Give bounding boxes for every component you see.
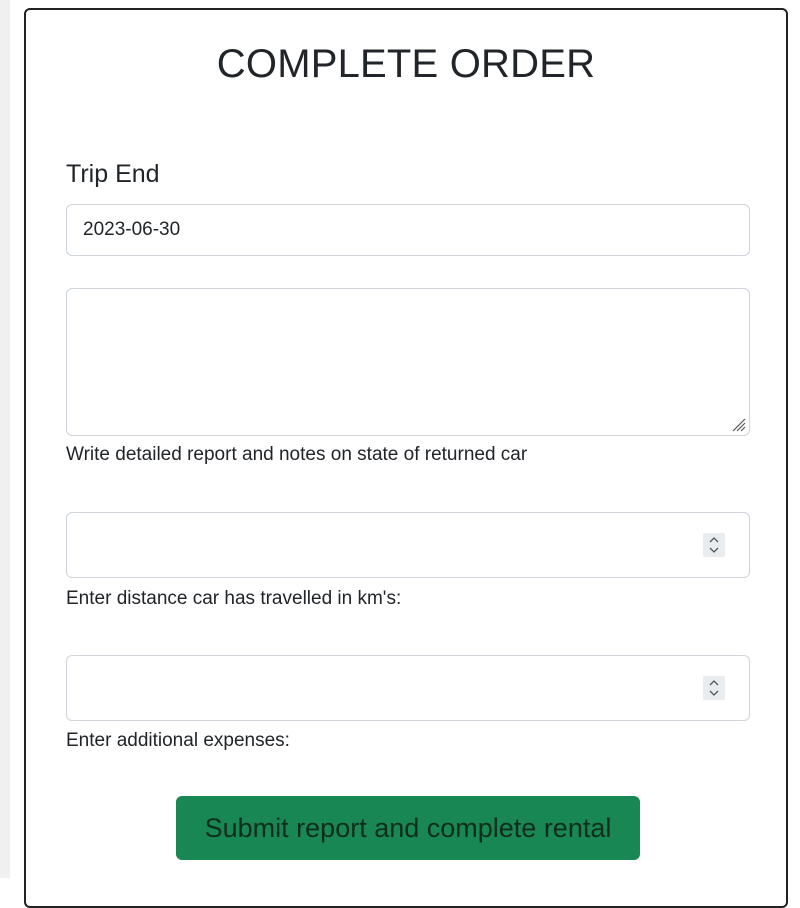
page-title: COMPLETE ORDER xyxy=(216,42,596,86)
complete-order-card: COMPLETE ORDER Trip End 2023-06-30 Write… xyxy=(24,8,788,908)
trip-end-label: Trip End xyxy=(66,160,160,188)
submit-report-button[interactable]: Submit report and complete rental xyxy=(176,796,640,860)
distance-help-text: Enter distance car has travelled in km's… xyxy=(66,588,402,609)
report-help-text: Write detailed report and notes on state… xyxy=(66,444,528,465)
resize-grip-icon[interactable] xyxy=(730,416,746,432)
number-spinner-icon[interactable] xyxy=(703,676,725,700)
distance-number-input[interactable] xyxy=(66,512,750,578)
expenses-number-input[interactable] xyxy=(66,655,750,721)
number-spinner-icon[interactable] xyxy=(703,533,725,557)
trip-end-date-input[interactable]: 2023-06-30 xyxy=(66,204,750,256)
left-gutter xyxy=(0,0,10,878)
expenses-help-text: Enter additional expenses: xyxy=(66,730,290,751)
report-textarea[interactable] xyxy=(66,288,750,436)
trip-end-date-value: 2023-06-30 xyxy=(83,219,181,240)
